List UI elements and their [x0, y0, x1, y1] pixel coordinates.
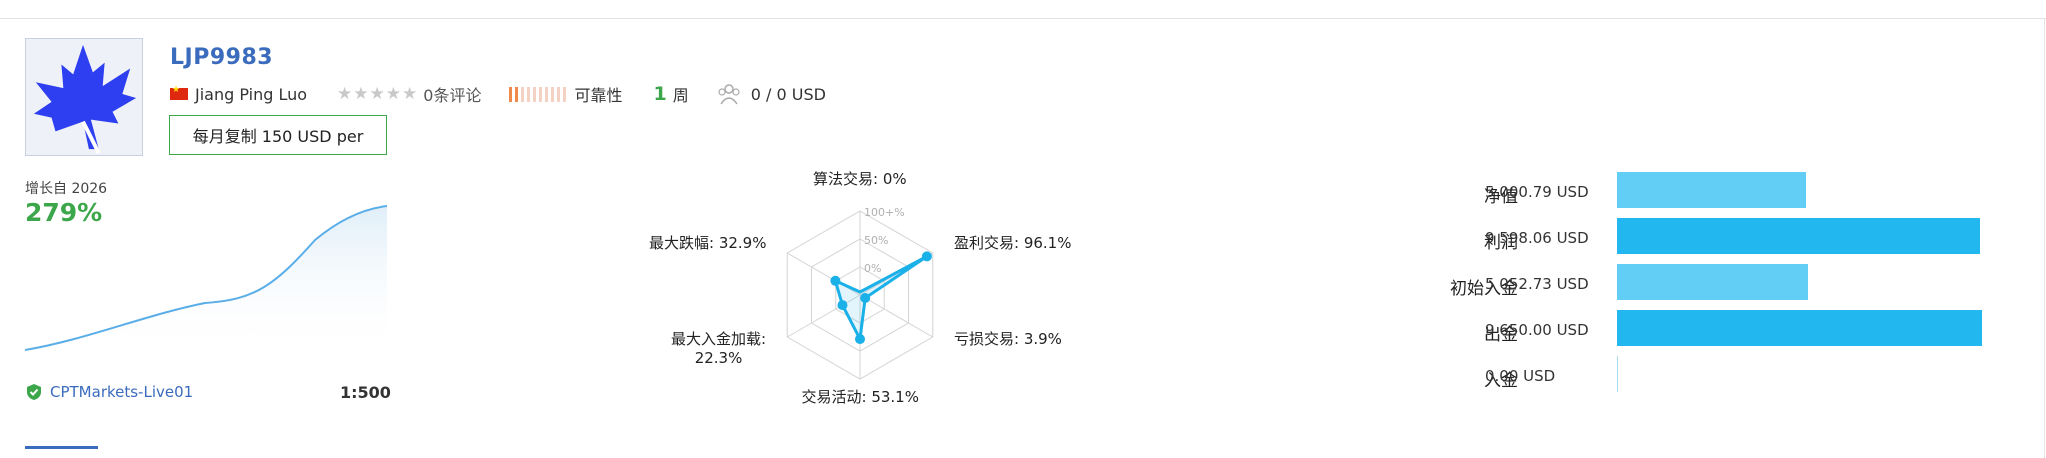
server-name[interactable]: CPTMarkets-Live01: [50, 383, 193, 401]
reliability-bar: [509, 86, 513, 102]
growth-area: [25, 206, 387, 355]
maple-leaf-icon: [33, 44, 137, 154]
weeks-value: 1: [653, 83, 667, 105]
reviews-count[interactable]: 0条评论: [423, 82, 481, 106]
star-icon: ★: [369, 84, 385, 104]
stat-row: 入金 0.00 USD: [1370, 354, 2030, 400]
author-name[interactable]: Jiang Ping Luo: [195, 85, 307, 104]
stat-bar: [1617, 218, 1981, 254]
stat-value: 5 000.79 USD: [1485, 183, 1589, 201]
star-icon: ★: [402, 84, 418, 104]
radar-axis-label: 最大跌幅: 32.9%: [649, 234, 767, 252]
reliability-bar: [545, 86, 549, 102]
radar-axis-label: 盈利交易: 96.1%: [954, 234, 1072, 252]
radar-svg: 100+% 50% 0%: [786, 206, 934, 380]
signal-meta-row: Jiang Ping Luo ★ ★ ★ ★ ★ 0条评论 可靠性 1 周 0 …: [170, 82, 826, 106]
stat-bar: [1617, 356, 1618, 392]
active-tab-indicator: [25, 446, 98, 449]
radar-value-point: [855, 334, 865, 345]
subscribers-icon: [718, 84, 740, 105]
copy-subscribe-button[interactable]: 每月复制 150 USD per: [169, 115, 387, 155]
radar-axis-line: [859, 294, 933, 338]
growth-sparkline[interactable]: [25, 200, 387, 355]
growth-label: 增长自 2026: [25, 181, 108, 197]
weeks-label: 周: [672, 86, 689, 105]
radar-scale-label: 50%: [864, 234, 888, 247]
stat-bar: [1617, 310, 1982, 346]
reliability-bar: [527, 86, 531, 102]
reliability-label: 可靠性: [574, 86, 623, 105]
reliability-bar: [515, 86, 519, 102]
stat-value: 9 650.00 USD: [1485, 321, 1589, 339]
stat-bar: [1617, 264, 1809, 300]
card-right-border: [2044, 18, 2045, 458]
radar-value-point: [837, 300, 848, 311]
stat-bar: [1617, 172, 1807, 208]
reliability-bar: [533, 86, 537, 102]
radar-scale-label: 0%: [864, 262, 881, 275]
radar-value-point: [921, 251, 932, 262]
radar-value-point: [860, 293, 871, 304]
stat-row: 净值 5 000.79 USD: [1370, 170, 2030, 216]
reliability-bar: [521, 86, 525, 102]
reliability-bar: [551, 86, 555, 102]
radar-axis-label: 亏损交易: 3.9%: [954, 330, 1062, 348]
radar-axis-label: 最大入金加载: 22.3%: [671, 330, 767, 367]
stat-row: 利润 9 598.06 USD: [1370, 216, 2030, 262]
stat-row: 出金 9 650.00 USD: [1370, 308, 2030, 354]
radar-scale-label: 100+%: [864, 206, 905, 219]
reliability-bar: [539, 86, 543, 102]
reliability-bar: [563, 86, 567, 102]
stat-value: 9 598.06 USD: [1485, 229, 1589, 247]
risk-radar-chart: 100+% 50% 0% 算法交易: 0% 盈利交易: 96.1% 亏损交易: 3.9%…: [640, 160, 1080, 420]
signal-avatar[interactable]: [25, 38, 143, 156]
server-info[interactable]: CPTMarkets-Live01: [25, 383, 193, 401]
star-icon: ★: [337, 84, 353, 104]
subscribers-value: 0 / 0 USD: [750, 84, 826, 104]
card-top-border: [0, 18, 2046, 19]
reliability-bars-icon: [509, 86, 567, 102]
verified-check-icon: [27, 384, 41, 400]
stat-value: 5 052.73 USD: [1485, 275, 1589, 293]
china-flag-icon: [170, 85, 188, 100]
account-stats-bars: 净值 5 000.79 USD 利润 9 598.06 USD 初始入金 5 052.73…: [1370, 170, 2030, 400]
radar-value-point: [830, 275, 841, 286]
leverage-value: 1:500: [340, 383, 391, 402]
stat-row: 初始入金 5 052.73 USD: [1370, 262, 2030, 308]
radar-axis-label: 算法交易: 0%: [813, 170, 907, 188]
star-icon: ★: [353, 84, 369, 104]
star-icon: ★: [385, 84, 402, 104]
reliability-bar: [557, 86, 561, 102]
stat-value: 0.00 USD: [1485, 367, 1556, 385]
radar-axis-label: 交易活动: 53.1%: [801, 388, 919, 406]
signal-name[interactable]: LJP9983: [170, 45, 273, 70]
rating-stars[interactable]: ★ ★ ★ ★ ★: [337, 84, 417, 104]
